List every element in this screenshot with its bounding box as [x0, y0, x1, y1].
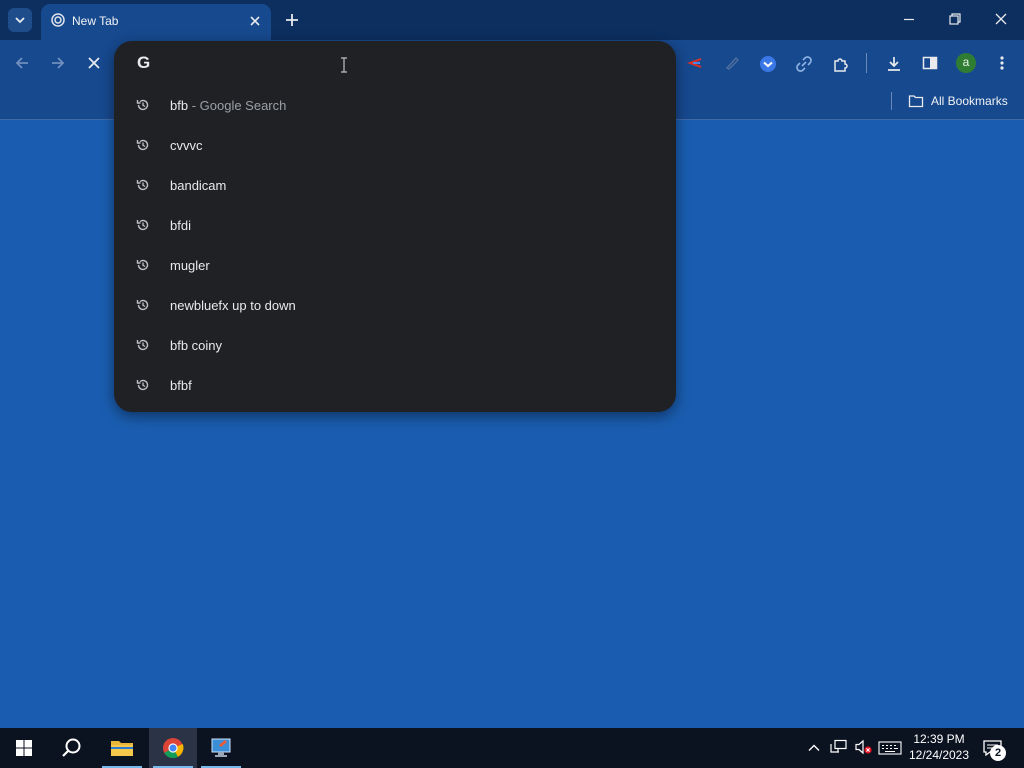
profile-avatar[interactable]: a [956, 53, 976, 73]
history-icon [136, 259, 149, 271]
suggestion-text: cvvvc [170, 138, 203, 153]
loading-favicon-icon [51, 13, 65, 27]
suggestion-text: bfdi [170, 218, 191, 233]
suggestion-list: bfb - Google Search cvvvc bandicam bfdi … [114, 85, 676, 405]
text-cursor-icon [341, 57, 347, 73]
taskbar-app-monitor[interactable] [197, 728, 245, 768]
keyboard-icon[interactable] [878, 741, 902, 755]
history-icon [136, 219, 149, 231]
taskbar-file-explorer[interactable] [98, 728, 146, 768]
all-bookmarks-label: All Bookmarks [931, 94, 1008, 108]
tab-close-icon[interactable] [248, 14, 262, 28]
suggestion-item[interactable]: bfb - Google Search [114, 85, 676, 125]
suggestion-item[interactable]: bfdi [114, 205, 676, 245]
suggestion-text: mugler [170, 258, 210, 273]
network-icon[interactable] [830, 739, 848, 755]
history-icon [136, 379, 149, 391]
bookmarks-separator [891, 92, 892, 110]
suggestion-item[interactable]: bfbf [114, 365, 676, 405]
omnibox-dropdown: G bfb - Google Search cvvvc bandicam bfd… [114, 41, 676, 412]
history-icon [136, 179, 149, 191]
link-icon[interactable] [795, 55, 813, 73]
suggestion-item[interactable]: bfb coiny [114, 325, 676, 365]
windows-logo-icon [16, 740, 32, 756]
history-icon [136, 139, 149, 151]
side-panel-icon[interactable] [922, 55, 938, 71]
monitor-app-icon [211, 738, 231, 757]
google-g-icon: G [137, 53, 151, 72]
tab-title: New Tab [72, 14, 119, 28]
taskbar-search-button[interactable] [48, 728, 96, 768]
chrome-icon [163, 738, 184, 759]
close-window-icon[interactable] [994, 12, 1008, 26]
start-button[interactable] [0, 728, 48, 768]
forward-arrow-icon[interactable] [50, 55, 66, 71]
system-clock[interactable]: 12:39 PM 12/24/2023 [904, 731, 974, 763]
extension-check-icon[interactable] [759, 55, 777, 73]
suggestion-text: bfb - Google Search [170, 98, 287, 113]
suggestion-item[interactable]: mugler [114, 245, 676, 285]
back-arrow-icon[interactable] [14, 55, 30, 71]
suggestion-item[interactable]: cvvvc [114, 125, 676, 165]
new-tab-plus-icon[interactable] [284, 12, 300, 28]
history-icon [136, 339, 149, 351]
tab-new-tab[interactable]: New Tab [41, 4, 271, 40]
history-icon [136, 99, 149, 111]
extension-pen-icon[interactable] [724, 55, 740, 71]
extensions-puzzle-icon[interactable] [832, 55, 850, 73]
download-icon[interactable] [885, 55, 903, 73]
suggestion-item[interactable]: bandicam [114, 165, 676, 205]
suggestion-text: newbluefx up to down [170, 298, 296, 313]
clock-time: 12:39 PM [913, 732, 965, 746]
more-menu-icon[interactable] [994, 55, 1010, 71]
stop-loading-icon[interactable] [86, 55, 102, 71]
file-explorer-icon [111, 741, 133, 756]
clock-date: 12/24/2023 [908, 748, 970, 762]
volume-muted-icon[interactable] [855, 739, 873, 755]
suggestion-text: bfbf [170, 378, 192, 393]
minimize-icon[interactable] [902, 12, 916, 26]
restore-icon[interactable] [948, 12, 962, 26]
tab-search-button[interactable] [8, 8, 32, 32]
chevron-down-icon [15, 17, 25, 24]
folder-icon [908, 95, 924, 108]
notification-count-badge: 2 [990, 745, 1006, 761]
extension-redblue-icon[interactable] [687, 55, 703, 71]
history-icon [136, 299, 149, 311]
taskbar-chrome[interactable] [149, 728, 197, 768]
omnibox-input[interactable] [166, 51, 646, 75]
all-bookmarks-button[interactable]: All Bookmarks [908, 91, 1008, 111]
suggestion-item[interactable]: newbluefx up to down [114, 285, 676, 325]
search-icon [62, 738, 81, 757]
toolbar-separator [866, 53, 867, 73]
suggestion-text: bfb coiny [170, 338, 223, 353]
chevron-up-icon[interactable] [807, 741, 821, 755]
suggestion-text: bandicam [170, 178, 227, 193]
